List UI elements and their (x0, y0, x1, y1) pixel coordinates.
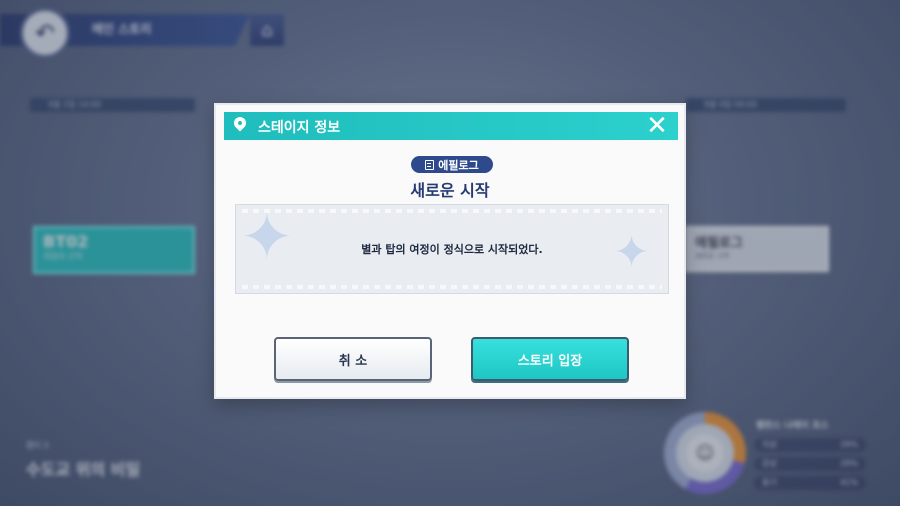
description-panel: ✦ ✦ 별과 탑의 여정이 정식으로 시작되었다. (235, 204, 669, 294)
dialog-title: 스테이지 정보 (258, 120, 341, 136)
stage-info-dialog: 스테이지 정보 ✕ 에필로그 새로운 시작 ✦ ✦ 별과 탑의 여정이 정식으로… (214, 103, 686, 399)
film-edge-top (242, 209, 662, 213)
map-pin-icon (231, 114, 249, 132)
close-button[interactable]: ✕ (644, 112, 670, 140)
cancel-button[interactable]: 취 소 (274, 337, 432, 381)
stage-description: 별과 탑의 여정이 정식으로 시작되었다. (361, 243, 543, 256)
close-icon: ✕ (646, 111, 668, 141)
sparkle-icon: ✦ (240, 204, 294, 275)
badge-label: 에필로그 (438, 158, 479, 172)
enter-story-button[interactable]: 스토리 입장 (471, 337, 629, 381)
stage-title: 새로운 시작 (410, 181, 490, 200)
book-icon (425, 159, 435, 170)
film-edge-bottom (242, 285, 662, 289)
stage-type-badge: 에필로그 (411, 156, 493, 173)
dialog-header: 스테이지 정보 ✕ (224, 112, 678, 140)
